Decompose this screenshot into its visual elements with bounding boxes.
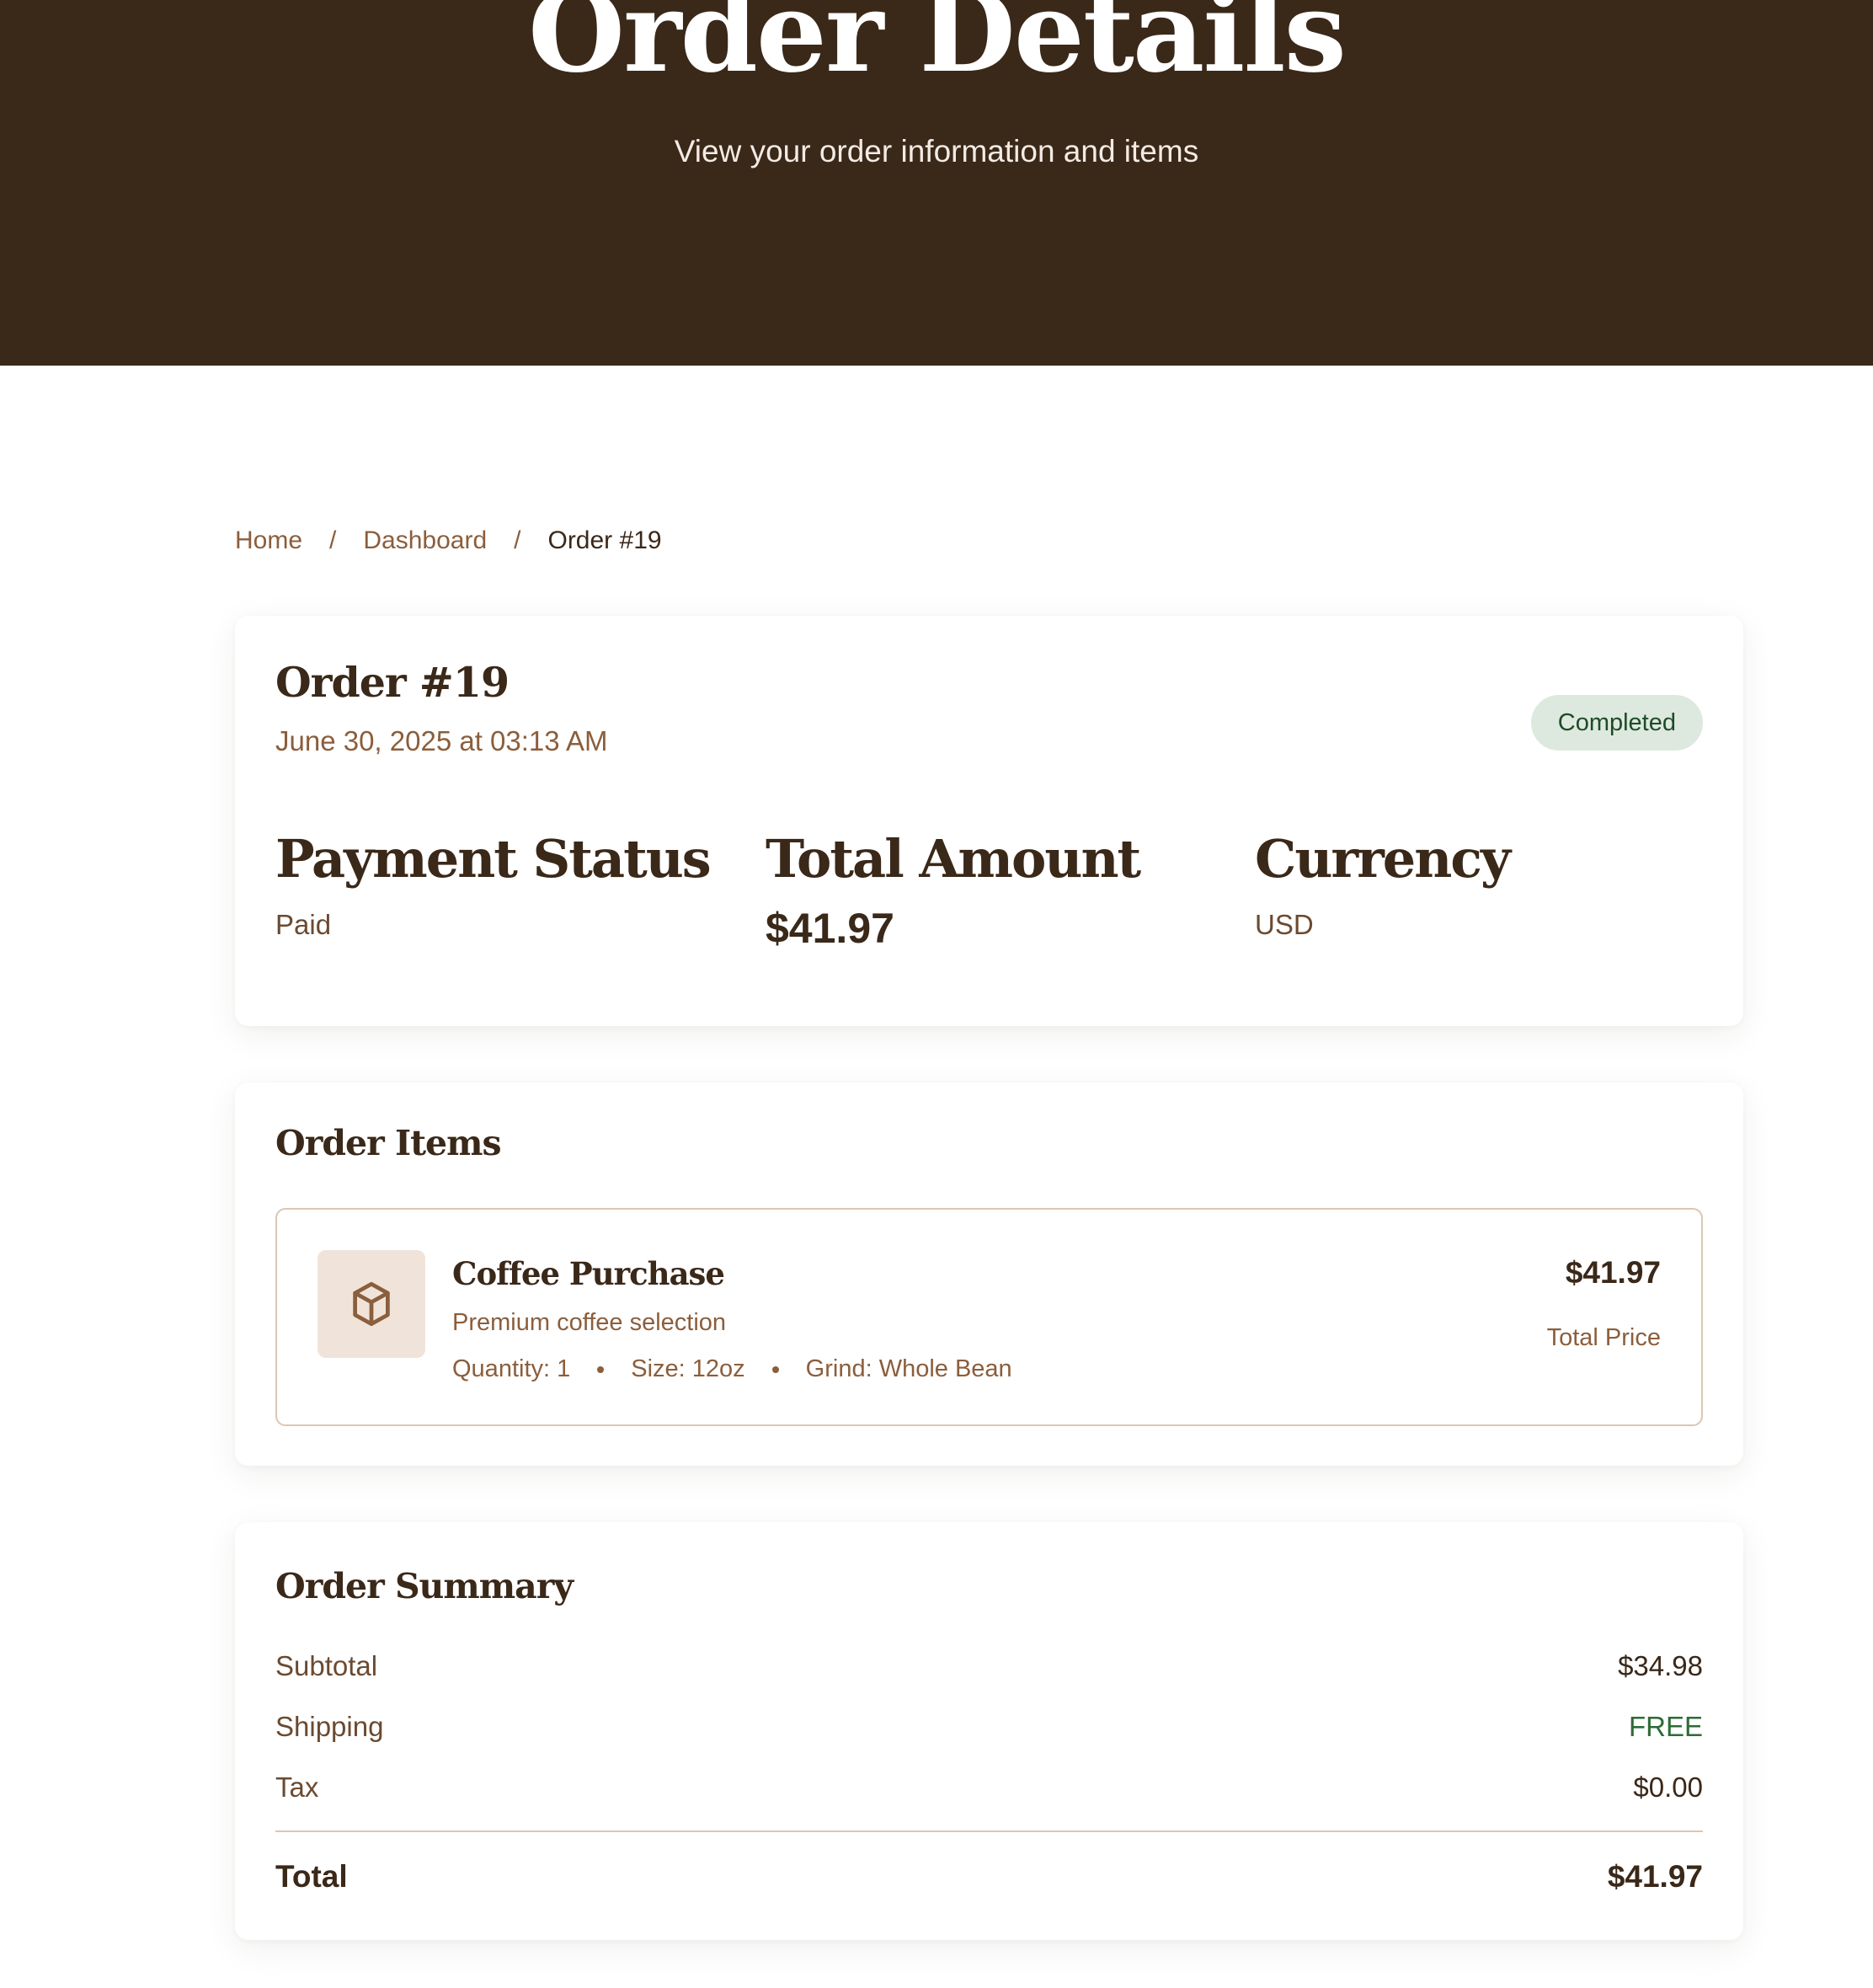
currency-label: Currency (1255, 828, 1511, 890)
status-badge: Completed (1530, 695, 1703, 751)
total-amount-value: $41.97 (766, 905, 894, 952)
item-description: Premium coffee selection (452, 1309, 727, 1336)
item-thumbnail (318, 1250, 425, 1358)
order-summary-title: Order Summary (275, 1566, 574, 1606)
currency-block: Currency USD (1255, 828, 1511, 941)
total-label: Total (275, 1859, 348, 1894)
breadcrumb-home-link[interactable]: Home (235, 526, 302, 555)
tax-value: $0.00 (1633, 1772, 1703, 1803)
order-date: June 30, 2025 at 03:13 AM (275, 725, 608, 756)
subtotal-value: $34.98 (1618, 1650, 1703, 1681)
breadcrumb-separator: / (514, 526, 521, 554)
item-name: Coffee Purchase (452, 1255, 725, 1292)
order-summary-card: Order Summary Subtotal $34.98 Shipping F… (235, 1522, 1743, 1940)
summary-row-total: Total $41.97 (275, 1859, 1703, 1894)
page-subtitle: View your order information and items (674, 134, 1199, 168)
breadcrumb-separator: / (329, 526, 337, 554)
page-hero: Order Details View your order informatio… (0, 0, 1873, 366)
item-size: Size: 12oz (631, 1355, 745, 1382)
order-items-card: Order Items Coffee Purchase Premium coff… (235, 1082, 1743, 1466)
payment-status-block: Payment Status Paid (275, 828, 712, 941)
breadcrumb-dashboard-link[interactable]: Dashboard (363, 526, 487, 555)
summary-divider (275, 1830, 1703, 1832)
breadcrumb: Home / Dashboard / Order #19 (235, 526, 662, 555)
item-grind: Grind: Whole Bean (805, 1355, 1012, 1382)
shipping-value: FREE (1628, 1711, 1703, 1742)
page-title: Order Details (528, 0, 1347, 98)
order-item: Coffee Purchase Premium coffee selection… (275, 1208, 1703, 1426)
payment-status-label: Payment Status (275, 828, 712, 890)
box-icon (353, 1281, 390, 1327)
shipping-label: Shipping (275, 1711, 384, 1742)
order-items-title: Order Items (275, 1123, 502, 1163)
tax-label: Tax (275, 1772, 319, 1803)
item-price: $41.97 (1565, 1255, 1661, 1290)
order-title: Order #19 (275, 658, 510, 707)
total-amount-label: Total Amount (766, 828, 1141, 890)
total-amount-block: Total Amount $41.97 (766, 828, 1141, 953)
breadcrumb-current: Order #19 (547, 526, 662, 554)
meta-separator-dot (771, 1365, 779, 1373)
subtotal-label: Subtotal (275, 1650, 378, 1681)
summary-row-subtotal: Subtotal $34.98 (275, 1650, 1703, 1682)
meta-separator-dot (597, 1365, 605, 1373)
order-info-card: Order #19 June 30, 2025 at 03:13 AM Comp… (235, 616, 1743, 1026)
summary-row-tax: Tax $0.00 (275, 1772, 1703, 1804)
item-quantity: Quantity: 1 (452, 1355, 571, 1382)
currency-value: USD (1255, 909, 1314, 940)
payment-status-value: Paid (275, 909, 332, 940)
item-price-label: Total Price (1546, 1324, 1661, 1351)
summary-row-shipping: Shipping FREE (275, 1711, 1703, 1743)
total-value: $41.97 (1607, 1859, 1703, 1894)
item-meta: Quantity: 1 Size: 12oz Grind: Whole Bean (452, 1355, 1012, 1383)
